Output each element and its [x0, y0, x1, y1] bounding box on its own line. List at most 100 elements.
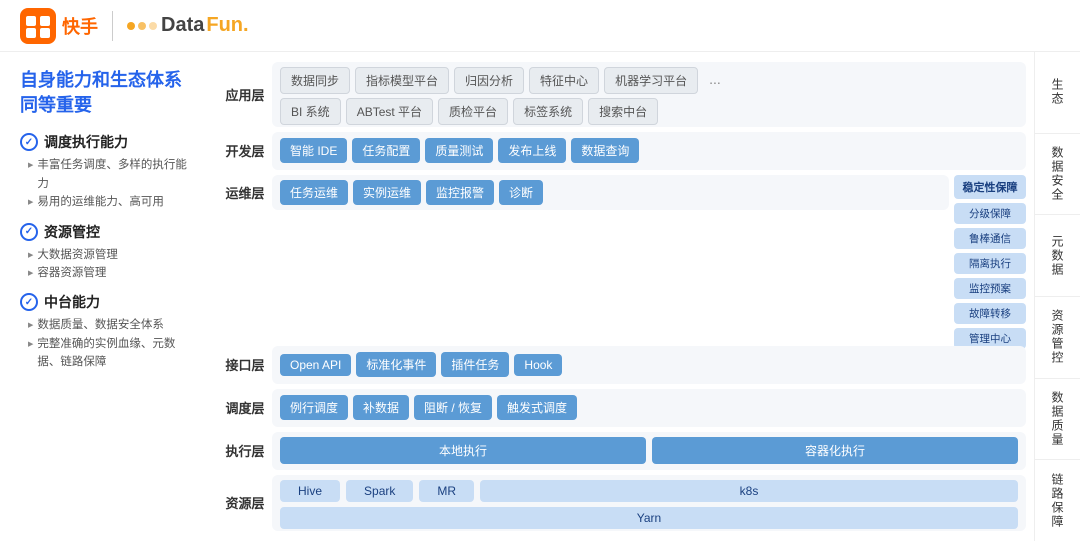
content-scheduling: 例行调度 补数据 阻断 / 恢复 触发式调度 — [272, 389, 1026, 427]
tag-ml-platform: 机器学习平台 — [604, 67, 698, 94]
label-application: 应用层 — [223, 62, 267, 127]
list-item: 容器资源管理 — [28, 264, 195, 282]
tag-bi: BI 系统 — [280, 98, 341, 125]
capability-midtable: 中台能力 数据质量、数据安全体系 完整准确的实例血缘、元数据、链路保障 — [20, 292, 195, 371]
list-item: 完整准确的实例血缘、元数据、链路保障 — [28, 335, 195, 372]
kuaishou-text: 快手 — [62, 13, 98, 39]
sidebar-item-data-security[interactable]: 数据安全 — [1035, 134, 1080, 216]
left-panel: 自身能力和生态体系同等重要 调度执行能力 丰富任务调度、多样的执行能力 易用的运… — [0, 52, 215, 541]
tag-data-query: 数据查询 — [571, 138, 639, 163]
tag-hook: Hook — [514, 354, 562, 376]
tag-instance-ops: 实例运维 — [353, 180, 421, 205]
datafun-text-data: Data — [161, 14, 204, 37]
datafun-text-fun: Fun. — [206, 14, 248, 37]
list-item: 大数据资源管理 — [28, 246, 195, 264]
content-interface: Open API 标准化事件 插件任务 Hook — [272, 346, 1026, 384]
row-ops: 运维层 任务运维 实例运维 监控报警 诊断 稳定性保障 分级保障 鲁棒通信 隔离… — [223, 175, 1026, 341]
content-application: 数据同步 指标模型平台 归因分析 特征中心 机器学习平台 ... BI 系统 A… — [272, 62, 1026, 127]
tag-task-config: 任务配置 — [352, 138, 420, 163]
main-content: 自身能力和生态体系同等重要 调度执行能力 丰富任务调度、多样的执行能力 易用的运… — [0, 52, 1080, 541]
stability-item-4: 故障转移 — [954, 303, 1026, 324]
content-ops: 任务运维 实例运维 监控报警 诊断 — [272, 175, 949, 210]
sidebar-item-resource-control[interactable]: 资源管控 — [1035, 297, 1080, 379]
tag-task-ops: 任务运维 — [280, 180, 348, 205]
row-execution: 执行层 本地执行 容器化执行 — [223, 432, 1026, 470]
check-icon-midtable — [20, 293, 38, 311]
capability-heading-midtable: 中台能力 — [20, 292, 195, 312]
scheduling-items: 丰富任务调度、多样的执行能力 易用的运维能力、高可用 — [20, 156, 195, 211]
more-dots: ... — [703, 67, 727, 94]
tag-abtest: ABTest 平台 — [346, 98, 433, 125]
check-icon-scheduling — [20, 133, 38, 151]
header: 快手 Data Fun. — [0, 0, 1080, 52]
label-ops: 运维层 — [223, 175, 267, 202]
tag-publish-online: 发布上线 — [498, 138, 566, 163]
stability-item-0: 分级保障 — [954, 203, 1026, 224]
app-row-2: BI 系统 ABTest 平台 质检平台 标签系统 搜索中台 — [280, 98, 1018, 125]
tag-local-exec: 本地执行 — [280, 437, 646, 464]
label-execution: 执行层 — [223, 432, 267, 470]
list-item: 易用的运维能力、高可用 — [28, 193, 195, 211]
stability-column: 稳定性保障 分级保障 鲁棒通信 隔离执行 监控预案 故障转移 管理中心 — [954, 175, 1026, 349]
tag-routine-schedule: 例行调度 — [280, 395, 348, 420]
label-resource: 资源层 — [223, 475, 267, 531]
tag-backfill: 补数据 — [353, 395, 409, 420]
tag-monitor-alert: 监控报警 — [426, 180, 494, 205]
row-scheduling: 调度层 例行调度 补数据 阻断 / 恢复 触发式调度 — [223, 389, 1026, 427]
tag-feature: 特征中心 — [529, 67, 599, 94]
capability-scheduling: 调度执行能力 丰富任务调度、多样的执行能力 易用的运维能力、高可用 — [20, 132, 195, 211]
tag-yarn: Yarn — [280, 507, 1018, 529]
kuaishou-logo: 快手 — [20, 8, 98, 44]
tag-mr: MR — [419, 480, 474, 502]
row-dev: 开发层 智能 IDE 任务配置 质量测试 发布上线 数据查询 — [223, 132, 1026, 170]
tag-k8s: k8s — [480, 480, 1018, 502]
tag-open-api: Open API — [280, 354, 351, 376]
stability-item-1: 鲁棒通信 — [954, 228, 1026, 249]
sidebar-item-link-assurance[interactable]: 链路保障 — [1035, 460, 1080, 541]
content-resource: Hive Spark MR k8s Yarn — [272, 475, 1026, 531]
label-interface: 接口层 — [223, 346, 267, 384]
tag-std-event: 标准化事件 — [356, 352, 436, 377]
app-tags-wrap: 数据同步 指标模型平台 归因分析 特征中心 机器学习平台 ... BI 系统 A… — [280, 67, 1018, 125]
right-sidebar: 生态 数据安全 元数据 资源管控 数据质量 链路保障 — [1034, 52, 1080, 541]
tag-trigger-schedule: 触发式调度 — [497, 395, 577, 420]
list-item: 丰富任务调度、多样的执行能力 — [28, 156, 195, 193]
kuaishou-icon — [20, 8, 56, 44]
left-title: 自身能力和生态体系同等重要 — [20, 68, 195, 118]
tag-data-sync: 数据同步 — [280, 67, 350, 94]
tag-attribution: 归因分析 — [454, 67, 524, 94]
midtable-items: 数据质量、数据安全体系 完整准确的实例血缘、元数据、链路保障 — [20, 316, 195, 371]
architecture-diagram: 应用层 数据同步 指标模型平台 归因分析 特征中心 机器学习平台 ... BI … — [215, 52, 1034, 541]
tag-quality-check: 质检平台 — [438, 98, 508, 125]
content-dev: 智能 IDE 任务配置 质量测试 发布上线 数据查询 — [272, 132, 1026, 170]
capability-heading-resource: 资源管控 — [20, 222, 195, 242]
tag-diagnosis: 诊断 — [499, 180, 543, 205]
header-divider — [112, 11, 113, 41]
tag-quality-test: 质量测试 — [425, 138, 493, 163]
list-item: 数据质量、数据安全体系 — [28, 316, 195, 334]
exec-tags: 本地执行 容器化执行 — [280, 437, 1018, 464]
row-interface: 接口层 Open API 标准化事件 插件任务 Hook — [223, 346, 1026, 384]
sidebar-item-data-quality[interactable]: 数据质量 — [1035, 379, 1080, 461]
sidebar-item-metadata[interactable]: 元数据 — [1035, 215, 1080, 297]
row-resource: 资源层 Hive Spark MR k8s Yarn — [223, 475, 1026, 531]
stability-item-3: 监控预案 — [954, 278, 1026, 299]
datafun-logo: Data Fun. — [127, 14, 249, 37]
sidebar-item-ecology[interactable]: 生态 — [1035, 52, 1080, 134]
stability-item-2: 隔离执行 — [954, 253, 1026, 274]
label-scheduling: 调度层 — [223, 389, 267, 427]
resource-bottom: Yarn — [280, 507, 1018, 529]
tag-block-restore: 阻断 / 恢复 — [414, 395, 492, 420]
resource-tags: Hive Spark MR k8s Yarn — [280, 480, 1018, 529]
stability-header: 稳定性保障 — [954, 175, 1026, 199]
label-dev: 开发层 — [223, 132, 267, 170]
row-application: 应用层 数据同步 指标模型平台 归因分析 特征中心 机器学习平台 ... BI … — [223, 62, 1026, 127]
datafun-dots — [127, 22, 157, 30]
capability-heading-scheduling: 调度执行能力 — [20, 132, 195, 152]
tag-search-center: 搜索中台 — [588, 98, 658, 125]
tag-smart-ide: 智能 IDE — [280, 138, 347, 163]
tag-plugin-task: 插件任务 — [441, 352, 509, 377]
tag-spark: Spark — [346, 480, 413, 502]
content-execution: 本地执行 容器化执行 — [272, 432, 1026, 470]
tag-index-model: 指标模型平台 — [355, 67, 449, 94]
